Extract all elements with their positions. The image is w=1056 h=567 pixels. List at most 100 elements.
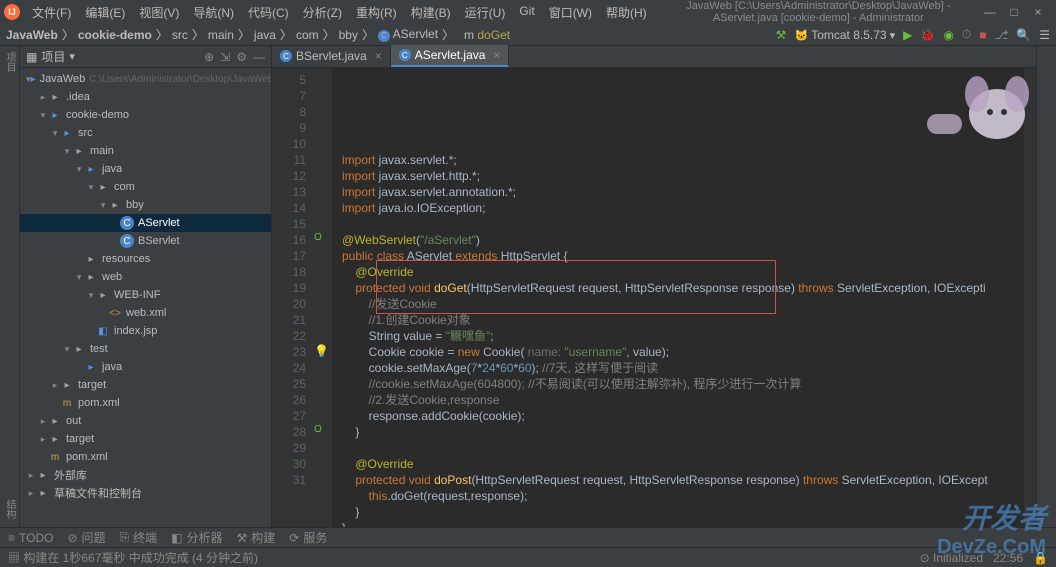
breadcrumb-item[interactable]: java: [254, 28, 276, 42]
breadcrumb-item[interactable]: bby: [339, 28, 358, 42]
code-line[interactable]: String value = "鳜嘿鱼";: [342, 328, 1024, 344]
code-line[interactable]: [342, 120, 1024, 136]
tree-arrow-icon[interactable]: ▸: [38, 434, 48, 445]
tree-item[interactable]: ▾▸main: [20, 142, 271, 160]
right-tool-strip[interactable]: [1036, 46, 1056, 527]
tree-item[interactable]: ◧index.jsp: [20, 322, 271, 340]
tree-item[interactable]: ▸▸.idea: [20, 88, 271, 106]
tree-item[interactable]: ▾▸WEB-INF: [20, 286, 271, 304]
tree-item[interactable]: ▸▸target: [20, 376, 271, 394]
sidebar-target-icon[interactable]: ⊕: [204, 50, 214, 64]
code-editor[interactable]: 5789101112131415161718192021222324252627…: [272, 68, 1036, 527]
tree-item[interactable]: mpom.xml: [20, 394, 271, 412]
close-button[interactable]: ×: [1032, 5, 1044, 19]
menu-item[interactable]: 代码(C): [242, 4, 295, 21]
menu-item[interactable]: 文件(F): [26, 4, 77, 21]
tree-item[interactable]: ▾▸java: [20, 160, 271, 178]
tool-window-button[interactable]: ◧分析器: [171, 529, 222, 546]
tree-arrow-icon[interactable]: ▾: [86, 290, 96, 301]
breadcrumb-item[interactable]: cookie-demo: [78, 28, 152, 42]
code-line[interactable]: @Override: [342, 264, 1024, 280]
run-config-selector[interactable]: 🐱 Tomcat 8.5.73 ▾: [794, 28, 895, 42]
tree-item[interactable]: ▸▸out: [20, 412, 271, 430]
tree-item[interactable]: ▾▸src: [20, 124, 271, 142]
code-line[interactable]: }: [342, 424, 1024, 440]
tree-item[interactable]: ▸▸草稿文件和控制台: [20, 484, 271, 502]
editor-tab[interactable]: CAServlet.java×: [391, 45, 510, 67]
tree-arrow-icon[interactable]: ▾: [38, 110, 48, 121]
tool-window-button[interactable]: ≡TODO: [8, 531, 53, 545]
structure-tool-button[interactable]: 结构: [2, 499, 17, 519]
error-stripe[interactable]: [1024, 68, 1036, 527]
code-content[interactable]: import javax.servlet.*; import javax.serv…: [332, 68, 1024, 527]
tree-arrow-icon[interactable]: ▾: [50, 128, 60, 139]
tool-window-button[interactable]: ⎘终端: [120, 529, 158, 546]
menu-item[interactable]: 导航(N): [187, 4, 240, 21]
menu-item[interactable]: Git: [513, 4, 540, 21]
project-tree[interactable]: ▾▸JavaWebC:\Users\Administrator\Desktop\…: [20, 68, 271, 527]
code-line[interactable]: @Override: [342, 456, 1024, 472]
code-line[interactable]: }: [342, 504, 1024, 520]
search-icon[interactable]: 🔍: [1016, 28, 1031, 42]
sidebar-title[interactable]: 项目: [41, 48, 65, 65]
tree-arrow-icon[interactable]: ▸: [38, 416, 48, 427]
breadcrumb-item[interactable]: C AServlet: [378, 27, 438, 42]
run-button[interactable]: ▶: [903, 28, 912, 42]
code-line[interactable]: Cookie cookie = new Cookie( name: "usern…: [342, 344, 1024, 360]
menu-item[interactable]: 帮助(H): [600, 4, 653, 21]
menu-item[interactable]: 构建(B): [405, 4, 457, 21]
menu-item[interactable]: 重构(R): [350, 4, 403, 21]
tree-arrow-icon[interactable]: ▸: [26, 470, 36, 481]
settings-icon[interactable]: ☰: [1039, 28, 1050, 42]
tree-item[interactable]: ▾▸bby: [20, 196, 271, 214]
debug-button[interactable]: 🐞: [920, 28, 935, 42]
breadcrumb-item[interactable]: m doGet: [458, 28, 510, 42]
tool-window-button[interactable]: ⟳服务: [289, 529, 327, 546]
breadcrumb[interactable]: JavaWeb〉cookie-demo〉src〉main〉java〉com〉bb…: [6, 26, 510, 43]
tree-arrow-icon[interactable]: ▾: [74, 164, 84, 175]
breadcrumb-item[interactable]: com: [296, 28, 319, 42]
menu-item[interactable]: 运行(U): [459, 4, 512, 21]
tree-item[interactable]: <>web.xml: [20, 304, 271, 322]
code-line[interactable]: [342, 216, 1024, 232]
tree-arrow-icon[interactable]: ▾: [62, 344, 72, 355]
tree-arrow-icon[interactable]: ▸: [50, 380, 60, 391]
tree-item[interactable]: ▾▸cookie-demo: [20, 106, 271, 124]
code-line[interactable]: [342, 440, 1024, 456]
override-icon[interactable]: O: [314, 424, 322, 435]
code-line[interactable]: //cookie.setMaxAge(604800); //不易阅读(可以使用注…: [342, 376, 1024, 392]
maximize-button[interactable]: □: [1008, 5, 1020, 19]
coverage-button[interactable]: ◉: [943, 28, 953, 42]
profiler-button[interactable]: ⏱: [962, 27, 971, 42]
tool-window-button[interactable]: ⚒构建: [237, 529, 276, 546]
tree-item[interactable]: ▸java: [20, 358, 271, 376]
breadcrumb-item[interactable]: main: [208, 28, 234, 42]
breadcrumb-item[interactable]: src: [172, 28, 188, 42]
code-line[interactable]: response.addCookie(cookie);: [342, 408, 1024, 424]
left-tool-strip[interactable]: 项目 结构: [0, 46, 20, 527]
code-line[interactable]: protected void doGet(HttpServletRequest …: [342, 280, 1024, 296]
tree-item[interactable]: ▾▸com: [20, 178, 271, 196]
tab-close-icon[interactable]: ×: [375, 49, 382, 63]
tree-item[interactable]: ▸▸target: [20, 430, 271, 448]
code-line[interactable]: //1.创建Cookie对象: [342, 312, 1024, 328]
code-line[interactable]: import javax.servlet.annotation.*;: [342, 184, 1024, 200]
stop-button[interactable]: ■: [979, 28, 986, 42]
tree-arrow-icon[interactable]: ▾: [86, 182, 96, 193]
code-line[interactable]: cookie.setMaxAge(7*24*60*60); //7天, 这样写便…: [342, 360, 1024, 376]
code-line[interactable]: this.doGet(request,response);: [342, 488, 1024, 504]
tree-item[interactable]: ▸▸外部库: [20, 466, 271, 484]
code-line[interactable]: //2.发送Cookie,response: [342, 392, 1024, 408]
tree-arrow-icon[interactable]: ▾: [74, 272, 84, 283]
tree-arrow-icon[interactable]: ▸: [38, 92, 48, 103]
menu-item[interactable]: 编辑(E): [79, 4, 131, 21]
tree-item[interactable]: mpom.xml: [20, 448, 271, 466]
code-line[interactable]: import javax.servlet.*;: [342, 152, 1024, 168]
project-tool-button[interactable]: 项目: [2, 52, 17, 72]
code-line[interactable]: [342, 136, 1024, 152]
sidebar-hide-icon[interactable]: —: [253, 50, 265, 64]
editor-tab[interactable]: CBServlet.java×: [272, 45, 391, 67]
code-line[interactable]: @WebServlet("/aServlet"): [342, 232, 1024, 248]
code-line[interactable]: protected void doPost(HttpServletRequest…: [342, 472, 1024, 488]
breadcrumb-item[interactable]: JavaWeb: [6, 28, 58, 42]
